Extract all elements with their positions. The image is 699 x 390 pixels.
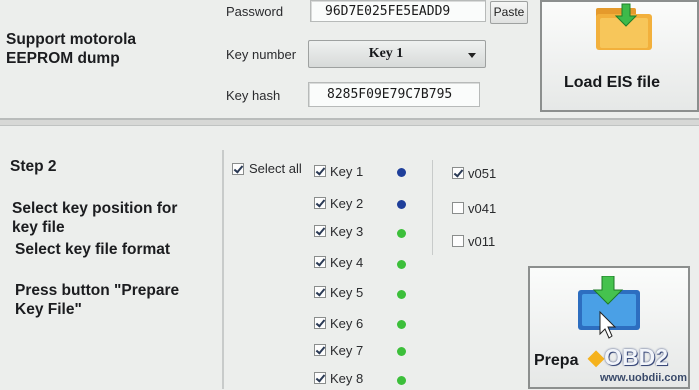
key-number-select[interactable]: Key 1 (308, 40, 486, 68)
select-position-text: Select key position for key file (12, 200, 178, 236)
key-status-dot (397, 260, 406, 269)
key-checkbox[interactable] (314, 256, 326, 268)
key-hash-field[interactable]: 8285F09E79C7B795 (308, 82, 480, 107)
key-label: Key 8 (330, 371, 364, 386)
key-label: Key 6 (330, 316, 364, 331)
key-checkbox[interactable] (314, 165, 326, 177)
key-hash-label: Key hash (226, 88, 281, 103)
key-status-dot (397, 290, 406, 299)
key-status-dot (397, 200, 406, 209)
key-label: Key 1 (330, 164, 364, 179)
watermark-brand-text: OBD2 (604, 344, 669, 370)
format-checkbox-v011[interactable] (452, 235, 464, 247)
key-checkbox[interactable] (314, 344, 326, 356)
paste-button[interactable]: Paste (490, 1, 528, 24)
password-label: Password (226, 4, 284, 19)
key-status-dot (397, 376, 406, 385)
key-label: Key 3 (330, 224, 364, 239)
key-label: Key 7 (330, 343, 364, 358)
chevron-down-icon (468, 53, 476, 58)
key-checkbox[interactable] (314, 317, 326, 329)
load-eis-label: Load EIS file (564, 74, 661, 91)
watermark-url: www.uobdii.com (600, 372, 687, 384)
step2-title: Step 2 (10, 158, 57, 175)
load-eis-button[interactable]: Load EIS file (540, 0, 699, 112)
folder-icon (596, 3, 652, 50)
key-label: Key 5 (330, 285, 364, 300)
password-field[interactable]: 96D7E025FE5EADD9 (310, 0, 486, 22)
prepare-key-file-label: Prepa (534, 352, 579, 369)
key-label: Key 4 (330, 255, 364, 270)
format-label: v041 (468, 201, 497, 216)
key-status-dot (397, 229, 406, 238)
key-number-value: Key 1 (368, 46, 404, 61)
format-checkbox-v051[interactable] (452, 167, 464, 179)
key-checkbox[interactable] (314, 372, 326, 384)
select-format-text: Select key file format (15, 241, 171, 258)
key-number-label: Key number (226, 47, 297, 62)
key-status-dot (397, 320, 406, 329)
format-label: v011 (468, 234, 496, 249)
press-button-text: Press button "Prepare Key File" (15, 282, 180, 318)
key-checkbox[interactable] (314, 225, 326, 237)
format-label: v051 (468, 166, 497, 181)
format-checkbox-v041[interactable] (452, 202, 464, 214)
key-checkbox[interactable] (314, 286, 326, 298)
eeprom-instruction: Support motorola EEPROM dump (6, 31, 137, 67)
select-all-label: Select all (249, 161, 302, 176)
divider (222, 150, 224, 389)
key-label: Key 2 (330, 196, 364, 211)
select-all-checkbox[interactable] (232, 163, 244, 175)
key-status-dot (397, 347, 406, 356)
key-status-dot (397, 168, 406, 177)
divider (432, 160, 433, 255)
prepare-key-file-icon (578, 276, 640, 339)
watermark-logo-icon: ⬥ (588, 344, 605, 370)
key-checkbox[interactable] (314, 197, 326, 209)
watermark-brand: ⬥OBD2 (588, 344, 668, 371)
